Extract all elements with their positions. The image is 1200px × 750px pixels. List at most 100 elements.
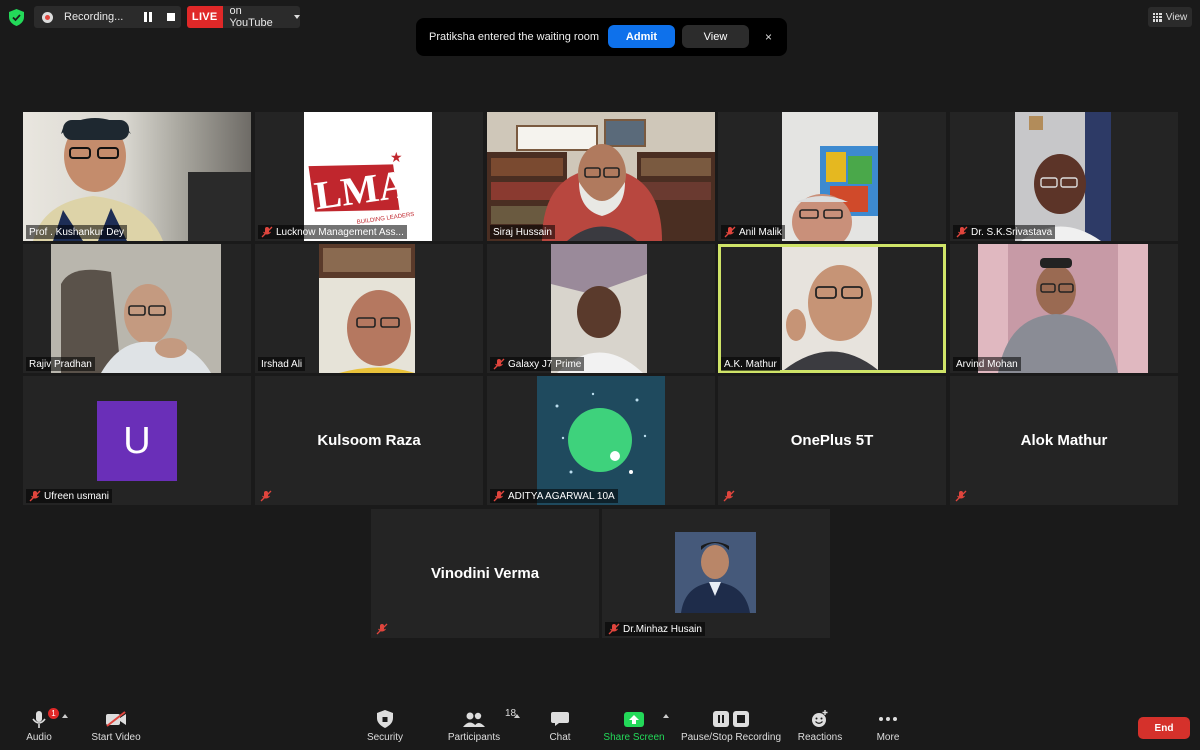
share-options-caret-icon[interactable] [663,714,669,718]
participant-display-name: Vinodini Verma [430,565,540,582]
mic-muted-icon [376,623,388,635]
audio-options-caret-icon[interactable] [62,714,68,718]
close-icon[interactable]: × [765,30,772,44]
participant-name: Rajiv Pradhan [29,358,92,370]
mic-muted-icon [493,490,505,502]
video-tile[interactable]: LMA ★ BUILDING LEADERS Lucknow Managemen… [255,112,483,241]
avatar [675,532,756,613]
mic-muted-icon [261,226,273,238]
reactions-smiley-icon [812,710,828,727]
video-tile-active-speaker[interactable]: A.K. Mathur [718,244,946,373]
end-meeting-button[interactable]: End [1138,717,1190,739]
participant-name: Arvind Mohan [956,358,1018,370]
lma-logo-tagline: BUILDING LEADERS [356,212,414,226]
reactions-button[interactable]: Reactions [795,706,845,750]
participant-video [978,244,1148,373]
grid-view-icon [1152,12,1162,22]
video-tile[interactable]: OnePlus 5T [718,376,946,505]
participant-video [319,244,415,373]
shield-icon [377,710,393,728]
view-label: View [1165,11,1188,23]
video-tile[interactable]: Dr. S.K.Srivastava [950,112,1178,241]
mic-muted-icon [723,490,735,502]
participant-display-name: Kulsoom Raza [317,432,421,449]
more-dots-icon [879,717,897,721]
chat-button[interactable]: Chat [540,706,580,750]
participant-name-tag: Dr.Minhaz Husain [605,622,705,636]
video-tile[interactable]: Alok Mathur [950,376,1178,505]
share-screen-button[interactable]: Share Screen [600,706,668,750]
audio-button[interactable]: 1 Audio [22,706,59,750]
mic-muted-icon [260,490,272,502]
video-tile[interactable]: Prof . Kushankur Dey [23,112,251,241]
chevron-down-icon [294,15,300,19]
participant-name: Irshad Ali [261,358,303,370]
avatar [537,376,665,505]
participant-name: Dr. S.K.Srivastava [971,226,1053,238]
participant-video [23,112,251,241]
video-tile[interactable]: Dr.Minhaz Husain [602,509,830,638]
start-video-button[interactable]: Start Video [86,706,146,750]
participant-video [782,247,878,370]
security-shield-icon [9,9,24,26]
participant-name-tag: Arvind Mohan [953,357,1021,371]
mic-muted-icon [29,490,41,502]
video-tile[interactable]: U Ufreen usmani [23,376,251,505]
more-button[interactable]: More [868,706,908,750]
mic-muted-icon [724,226,736,238]
pause-stop-recording-label: Pause/Stop Recording [680,732,782,743]
participant-name-tag: Prof . Kushankur Dey [26,225,128,239]
pause-stop-recording-button[interactable]: Pause/Stop Recording [680,706,782,750]
video-tile[interactable]: Rajiv Pradhan [23,244,251,373]
stop-recording-icon[interactable] [167,13,175,21]
participant-display-name: OnePlus 5T [790,432,874,449]
video-tile[interactable]: Siraj Hussain [487,112,715,241]
participant-video [782,112,878,241]
pause-recording-icon[interactable] [144,12,152,22]
admit-button[interactable]: Admit [608,25,675,48]
participant-display-name: Alok Mathur [1020,432,1108,449]
participant-name-tag: Irshad Ali [258,357,306,371]
share-screen-icon [624,711,644,727]
start-video-label: Start Video [91,732,141,743]
participant-name: Lucknow Management Ass... [276,226,404,238]
video-tile[interactable]: Anil Malik [718,112,946,241]
waiting-room-message: Pratiksha entered the waiting room [429,31,599,43]
live-platform-label: on YouTube [229,5,273,29]
live-stream-dropdown[interactable]: LIVE on YouTube [187,5,300,29]
participant-name-tag: Anil Malik [721,225,785,239]
audio-notification-badge: 1 [48,708,59,719]
mic-muted-icon [608,623,620,635]
participant-video [551,244,647,373]
video-tile[interactable]: Arvind Mohan [950,244,1178,373]
participant-name: Dr.Minhaz Husain [623,623,702,635]
participant-name: Prof . Kushankur Dey [29,226,125,238]
mic-muted-icon [956,226,968,238]
live-badge: LIVE [187,6,223,28]
view-waiting-room-button[interactable]: View [682,25,749,48]
view-layout-button[interactable]: View [1148,7,1192,27]
participant-name: ADITYA AGARWAL 10A [508,490,615,502]
video-off-icon [106,711,126,727]
video-tile[interactable]: ADITYA AGARWAL 10A [487,376,715,505]
participants-options-caret-icon[interactable] [514,714,520,718]
participant-name: Siraj Hussain [493,226,552,238]
participant-name-tag: Galaxy J7 Prime [490,357,585,371]
participant-name: Galaxy J7 Prime [508,358,582,370]
participant-video [51,244,221,373]
chat-icon [551,712,569,726]
video-tile[interactable]: Irshad Ali [255,244,483,373]
video-tile[interactable]: Vinodini Verma [371,509,599,638]
video-tile[interactable]: Galaxy J7 Prime [487,244,715,373]
security-button[interactable]: Security [360,706,410,750]
pause-icon [713,711,729,727]
security-label: Security [366,732,404,743]
more-label: More [876,732,900,743]
share-screen-label: Share Screen [603,732,665,743]
recording-label: Recording... [64,11,124,23]
participants-button[interactable]: 18 Participants [444,706,516,750]
video-tile[interactable]: Kulsoom Raza [255,376,483,505]
participant-name-tag: Dr. S.K.Srivastava [953,225,1056,239]
stop-icon [733,711,749,727]
microphone-icon [32,711,46,728]
